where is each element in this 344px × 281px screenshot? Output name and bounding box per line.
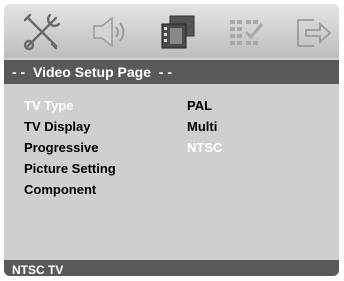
option-pal[interactable]: PAL	[187, 96, 212, 116]
menu-item-tv-type[interactable]: TV Type	[24, 96, 74, 116]
tools-icon[interactable]	[20, 10, 64, 54]
preference-grid-icon[interactable]	[224, 10, 268, 54]
settings-menu: TV Type TV Display Progressive Picture S…	[4, 88, 339, 258]
status-bar: NTSC TV	[4, 260, 339, 276]
menu-item-tv-display[interactable]: TV Display	[24, 117, 90, 137]
option-ntsc[interactable]: NTSC	[187, 138, 222, 158]
video-setup-screen: - - Video Setup Page - - TV Type TV Disp…	[4, 4, 339, 276]
setup-icon-bar	[4, 4, 339, 58]
exit-icon[interactable]	[290, 10, 334, 54]
audio-speaker-icon[interactable]	[88, 10, 132, 54]
option-multi[interactable]: Multi	[187, 117, 217, 137]
menu-item-picture-setting[interactable]: Picture Setting	[24, 159, 116, 179]
page-title: - - Video Setup Page - -	[4, 60, 339, 84]
menu-item-component[interactable]: Component	[24, 180, 96, 200]
video-film-icon[interactable]	[156, 10, 200, 54]
menu-item-progressive[interactable]: Progressive	[24, 138, 98, 158]
